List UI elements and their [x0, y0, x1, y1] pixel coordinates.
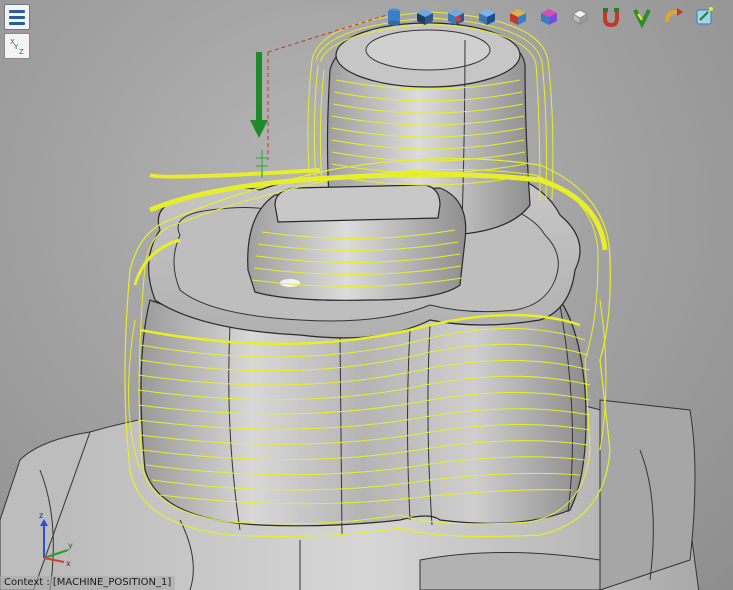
magnet-icon[interactable] — [597, 4, 625, 30]
axes-z-label: Z — [19, 48, 24, 56]
tool-arrow-icon[interactable] — [250, 52, 268, 178]
triad-z-label: z — [39, 511, 43, 520]
axes-icon: X Y Z — [10, 38, 24, 56]
view-iso-icon[interactable] — [380, 4, 408, 30]
view-front-icon[interactable] — [442, 4, 470, 30]
view-right-icon[interactable] — [473, 4, 501, 30]
view-top-icon[interactable] — [411, 4, 439, 30]
render-mode-icon[interactable] — [566, 4, 594, 30]
context-status: Context : [MACHINE_POSITION_1] — [0, 576, 176, 590]
view-shaded-icon[interactable] — [504, 4, 532, 30]
main-menu-button[interactable] — [4, 4, 30, 30]
view-triad-icon: z y x — [39, 511, 73, 568]
triad-x-label: x — [66, 559, 71, 568]
view-toolbar — [380, 4, 718, 30]
model-scene[interactable] — [0, 0, 733, 590]
view-section-icon[interactable] — [535, 4, 563, 30]
axes-toggle-button[interactable]: X Y Z — [4, 33, 30, 59]
triad-y-label: y — [68, 541, 73, 550]
simulation-icon[interactable] — [659, 4, 687, 30]
menu-bar-icon — [9, 21, 25, 25]
graphics-viewport[interactable]: X Y Z z y x Context: [MACHINE_POSITION_… — [0, 0, 733, 590]
toolpath-filter-icon[interactable] — [628, 4, 656, 30]
settings-toggle-icon[interactable] — [690, 4, 718, 30]
menu-bar-icon — [9, 9, 25, 13]
menu-bar-icon — [9, 15, 25, 19]
